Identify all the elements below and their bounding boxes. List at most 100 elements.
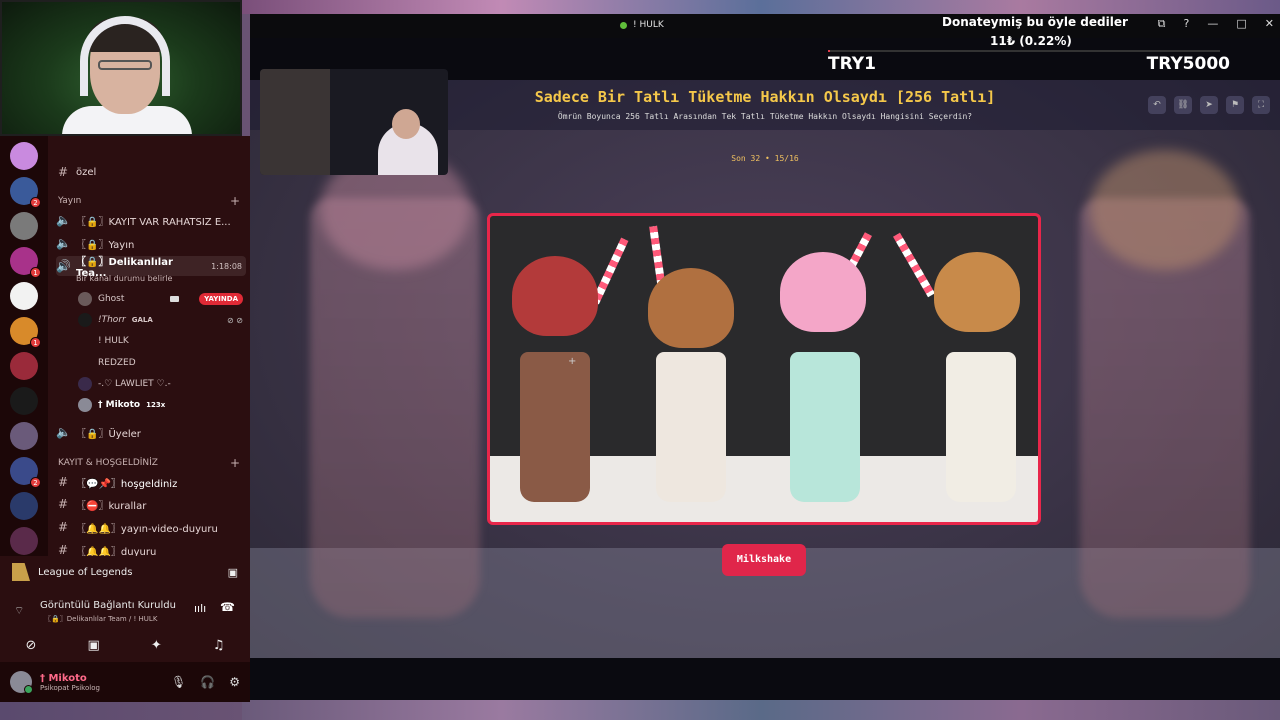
member-mikoto[interactable]: † Mikoto 123x	[78, 396, 243, 414]
camera-icon	[170, 296, 180, 302]
fullscreen-icon[interactable]: ⛶	[1252, 96, 1270, 114]
image-shake-topping	[512, 256, 598, 336]
screen-share-icon[interactable]: ▣	[87, 638, 99, 653]
notification-badge: 1	[30, 267, 41, 278]
channel-label: 〖🔔🔔〗yayın-video-duyuru	[76, 523, 218, 535]
member-redzed[interactable]: REDZED	[78, 354, 243, 372]
voice-connection-panel: ⌔ Görüntülü Bağlantı Kuruldu 〖🔒〗Delikanl…	[0, 588, 250, 632]
webcam-head	[392, 109, 420, 139]
share-icon[interactable]: ➤	[1200, 96, 1218, 114]
member-thorr[interactable]: !Thorr GALA ⊘ ⊘	[78, 311, 243, 329]
hash-icon: #	[57, 543, 69, 556]
microphone-icon[interactable]: 🎙	[171, 675, 186, 689]
donation-goal: Donateymiş bu öyle dediler 11₺ (0.22%) T…	[828, 14, 1230, 80]
channel-list: # özel Yayın + 🔈 〖🔒〗KAYIT VAR RAHATSIZ E…	[48, 136, 250, 556]
image-shake-topping	[648, 268, 734, 348]
hash-icon: #	[57, 475, 69, 489]
user-panel: † Mikoto Psikopat Psikolog 🎙 🎧 ⚙	[0, 662, 250, 702]
channel-ozel[interactable]: # özel	[56, 162, 246, 182]
member-ghost[interactable]: Ghost YAYINDA	[78, 290, 243, 308]
speaker-icon: 🔈	[56, 213, 71, 227]
add-channel-icon[interactable]: +	[230, 456, 240, 470]
voice-channel-uyeler[interactable]: 🔈 〖🔒〗Üyeler	[56, 422, 246, 442]
window-title: ! HULK	[620, 20, 664, 30]
text-channel-yayin-video[interactable]: # 〖🔔🔔〗yayın-video-duyuru	[56, 517, 246, 537]
image-shake-topping	[780, 252, 866, 332]
discord-sidebar: 2 1 1 2 # özel Yayın + 🔈 〖🔒〗KAYIT VAR RA…	[0, 136, 250, 702]
server-icon[interactable]	[10, 387, 38, 415]
server-icon[interactable]	[10, 282, 38, 310]
text-channel-duyuru[interactable]: # 〖🔔🔔〗duyuru	[56, 540, 246, 556]
server-icon[interactable]	[10, 527, 38, 555]
user-info[interactable]: † Mikoto Psikopat Psikolog	[40, 673, 100, 692]
headphones-icon[interactable]: 🎧	[200, 675, 215, 689]
server-icon[interactable]	[10, 212, 38, 240]
notification-badge: 2	[30, 477, 41, 488]
server-icon[interactable]: 1	[10, 317, 41, 348]
muted-icon: ⊘ ⊘	[227, 315, 243, 325]
stream-icon[interactable]: ▣	[228, 566, 238, 579]
avatar	[78, 292, 92, 306]
channel-label: özel	[76, 166, 97, 178]
desktop-background-bottom	[242, 700, 1280, 720]
activities-icon[interactable]: ✦	[151, 638, 162, 653]
voice-channel-yayin[interactable]: 🔈 〖🔒〗Yayın	[56, 233, 246, 253]
member-lawliet[interactable]: -.♡ LAWLIET ♡.-	[78, 375, 243, 393]
app-icon	[620, 21, 627, 29]
link-icon[interactable]: ⛓	[1174, 96, 1192, 114]
donation-max-label: TRY5000	[1146, 54, 1230, 74]
hash-icon: #	[57, 497, 69, 511]
member-name: ! HULK	[98, 336, 129, 346]
hash-icon: #	[57, 520, 69, 534]
member-name: † Mikoto	[98, 400, 141, 410]
activity-bar[interactable]: League of Legends ▣	[0, 556, 250, 588]
server-icon[interactable]	[10, 422, 38, 450]
donation-progress-fill	[828, 50, 831, 52]
donation-progress-bar	[828, 50, 1220, 52]
crosshair-cursor-icon: +	[568, 356, 577, 367]
voice-connection-channel[interactable]: 〖🔒〗Delikanlılar Team / ! HULK	[44, 614, 157, 624]
user-name: † Mikoto	[40, 672, 87, 684]
add-channel-icon[interactable]: +	[230, 194, 240, 208]
server-icon[interactable]: 2	[10, 177, 41, 208]
dessert-image[interactable]: +	[487, 213, 1041, 525]
server-icon[interactable]	[10, 142, 38, 170]
undo-icon[interactable]: ↶	[1148, 96, 1166, 114]
settings-gear-icon[interactable]: ⚙	[229, 675, 240, 689]
user-controls: 🎙 🎧 ⚙	[171, 675, 240, 689]
camera-off-icon[interactable]: ⊘	[26, 638, 37, 653]
image-shake-topping	[934, 252, 1020, 332]
soundboard-button-icon[interactable]: ♫	[213, 638, 225, 653]
voice-channel-kayit-var[interactable]: 🔈 〖🔒〗KAYIT VAR RAHATSIZ E...	[56, 210, 246, 230]
voice-channel-delikanlilar[interactable]: 🔊 〖🔒〗Delikanlılar Tea... 1:18:08	[56, 256, 246, 279]
close-button[interactable]: ✕	[1265, 17, 1274, 31]
image-shake	[790, 352, 860, 502]
webcam-glasses	[98, 60, 152, 70]
choice-button[interactable]: Milkshake	[722, 544, 806, 576]
server-icon[interactable]: 1	[10, 247, 41, 278]
server-icon[interactable]: 2	[10, 457, 41, 488]
member-name: -.♡ LAWLIET ♡.-	[98, 379, 171, 389]
text-channel-kurallar[interactable]: # 〖⛔〗kurallar	[56, 494, 246, 514]
server-icon[interactable]	[10, 492, 38, 520]
speaker-icon: 🔈	[56, 425, 71, 439]
section-yayin[interactable]: Yayın	[58, 196, 81, 206]
text-channel-hosgeldiniz[interactable]: # 〖💬📌〗hoşgeldiniz	[56, 472, 246, 492]
user-avatar[interactable]	[10, 671, 33, 694]
channel-label: 〖🔒〗Üyeler	[76, 428, 141, 440]
disconnect-icon[interactable]: ☎	[220, 600, 235, 614]
image-shake	[946, 352, 1016, 502]
signal-icon[interactable]: ⌔	[14, 604, 24, 618]
member-name: !Thorr	[98, 315, 126, 325]
soundboard-icon[interactable]: ıılı	[194, 602, 206, 615]
server-icon[interactable]	[10, 352, 38, 380]
flag-icon[interactable]: ⚑	[1226, 96, 1244, 114]
channel-timer: 1:18:08	[211, 261, 242, 271]
maximize-button[interactable]: □	[1236, 17, 1246, 31]
avatar	[78, 377, 92, 391]
member-hulk[interactable]: ! HULK	[78, 332, 243, 350]
webcam-headset	[80, 16, 170, 96]
image-straw	[893, 232, 935, 298]
channel-status-prompt[interactable]: Bir kanal durumu belirle	[76, 274, 172, 283]
section-kayit[interactable]: KAYIT & HOŞGELDİNİZ	[58, 458, 158, 468]
